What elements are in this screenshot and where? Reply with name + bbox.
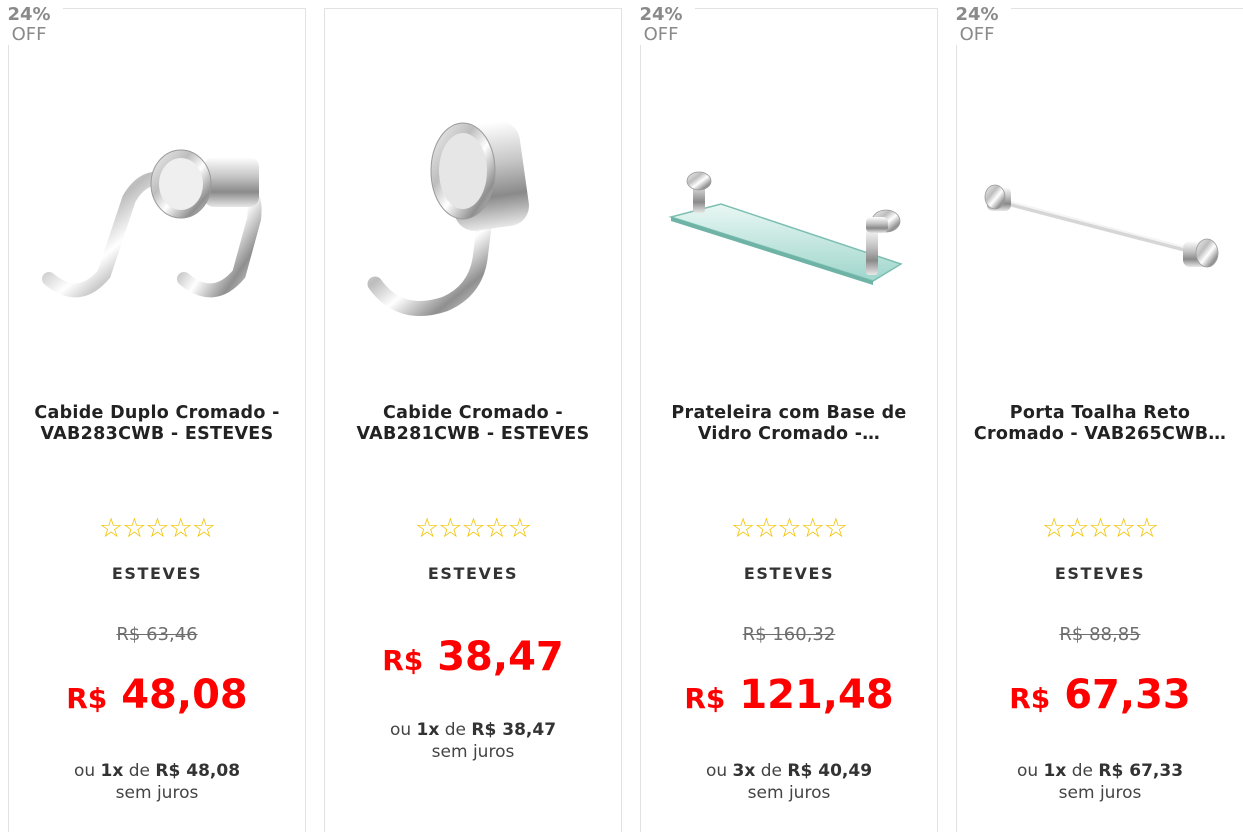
product-image[interactable]: [325, 69, 621, 369]
product-card[interactable]: Cabide Cromado - VAB281CWB - ESTEVES ☆☆☆…: [324, 8, 622, 832]
product-image[interactable]: [957, 69, 1243, 369]
towel-bar-icon: [984, 184, 1219, 268]
current-price: R$ 48,08: [9, 672, 305, 718]
product-brand: ESTEVES: [111, 564, 203, 583]
discount-percent: 24%: [639, 4, 683, 25]
price-value: 121,48: [739, 672, 894, 718]
rating-stars: ☆☆☆☆☆: [414, 513, 532, 544]
rating-stars: ☆☆☆☆☆: [730, 513, 848, 544]
installment-info: ou 1x de R$ 38,47 sem juros: [389, 720, 557, 762]
price-currency: R$: [66, 682, 108, 715]
product-title[interactable]: Cabide Duplo Cromado - VAB283CWB - ESTEV…: [9, 403, 305, 445]
old-price: R$ 63,46: [116, 624, 198, 645]
price-value: 48,08: [121, 672, 248, 718]
discount-percent: 24%: [7, 4, 51, 25]
product-image[interactable]: [641, 69, 937, 369]
price-currency: R$: [684, 682, 726, 715]
product-image[interactable]: [9, 69, 305, 369]
price-value: 38,47: [437, 634, 564, 680]
discount-off-label: OFF: [643, 24, 679, 45]
price-currency: R$: [382, 644, 424, 677]
product-card[interactable]: 24% OFF Porta Toalha Reto Cromado - VAB2…: [943, 5, 1243, 832]
product-title[interactable]: Prateleira com Base de Vidro Cromado -…: [641, 403, 937, 445]
no-interest-label: sem juros: [431, 742, 515, 762]
discount-badge: 24% OFF: [943, 5, 1011, 45]
installment-info: ou 1x de R$ 67,33 sem juros: [1016, 761, 1184, 803]
old-price: R$ 88,85: [1059, 624, 1141, 645]
product-brand: ESTEVES: [427, 564, 519, 583]
discount-badge: 24% OFF: [627, 5, 695, 45]
rating-stars: ☆☆☆☆☆: [98, 513, 216, 544]
no-interest-label: sem juros: [747, 783, 831, 803]
installment-info: ou 3x de R$ 40,49 sem juros: [705, 761, 873, 803]
price-value: 67,33: [1064, 672, 1191, 718]
glass-shelf-icon: [668, 171, 903, 285]
old-price: R$ 160,32: [742, 624, 836, 645]
single-chrome-hook-icon: [367, 121, 529, 316]
discount-off-label: OFF: [11, 24, 47, 45]
current-price: R$ 121,48: [641, 672, 937, 718]
no-interest-label: sem juros: [1058, 783, 1142, 803]
product-brand: ESTEVES: [1054, 564, 1146, 583]
rating-stars: ☆☆☆☆☆: [1041, 513, 1159, 544]
installment-info: ou 1x de R$ 48,08 sem juros: [73, 761, 241, 803]
product-title[interactable]: Porta Toalha Reto Cromado - VAB265CWB…: [957, 403, 1243, 445]
double-chrome-hook-icon: [42, 149, 262, 298]
discount-percent: 24%: [955, 4, 999, 25]
product-brand: ESTEVES: [743, 564, 835, 583]
discount-badge: 24% OFF: [0, 5, 63, 45]
product-title[interactable]: Cabide Cromado - VAB281CWB - ESTEVES: [325, 403, 621, 445]
discount-off-label: OFF: [959, 24, 995, 45]
current-price: R$ 67,33: [957, 672, 1243, 718]
product-card[interactable]: 24% OFF Cabide Duplo Cromado - VAB283CWB…: [0, 5, 306, 832]
current-price: R$ 38,47: [325, 634, 621, 680]
product-card[interactable]: 24% OFF Prateleira com Base de Vidro Cro…: [627, 5, 938, 832]
price-currency: R$: [1009, 682, 1051, 715]
no-interest-label: sem juros: [115, 783, 199, 803]
